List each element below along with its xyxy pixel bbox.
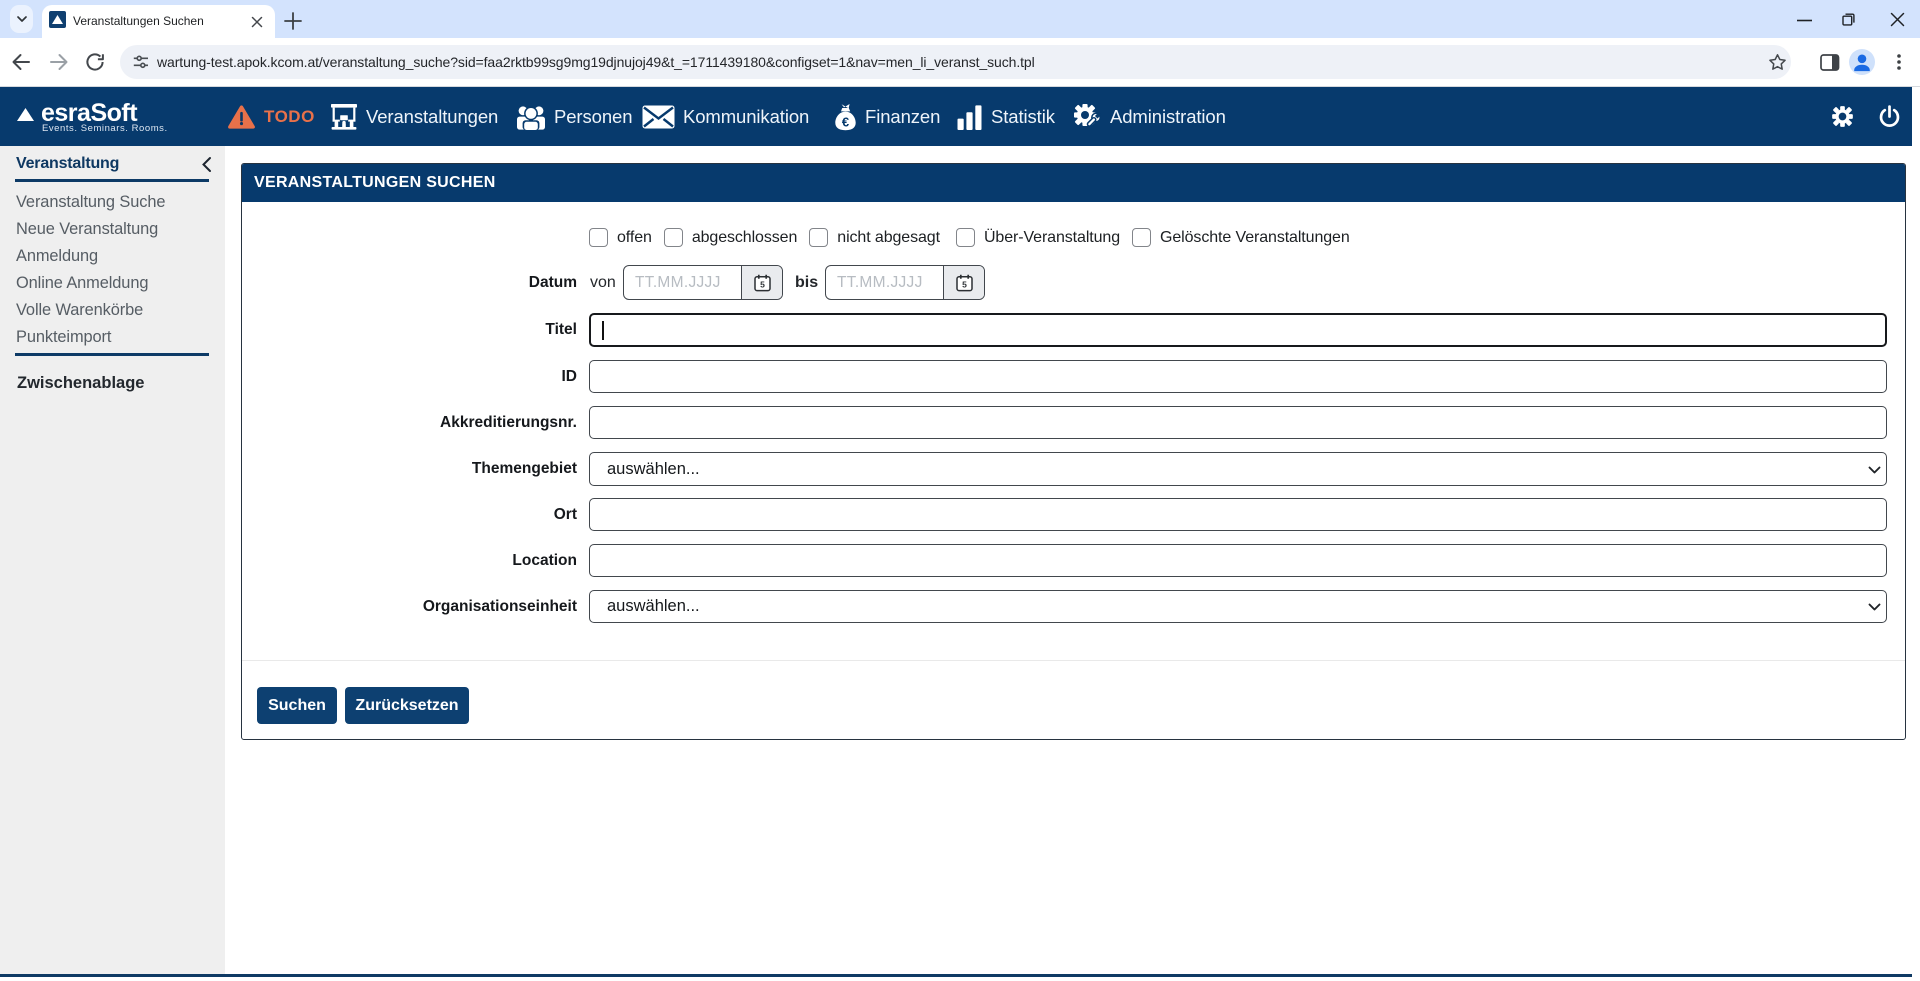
svg-text:5: 5 bbox=[962, 279, 967, 289]
svg-text:€: € bbox=[842, 114, 849, 129]
svg-text:5: 5 bbox=[760, 279, 765, 289]
